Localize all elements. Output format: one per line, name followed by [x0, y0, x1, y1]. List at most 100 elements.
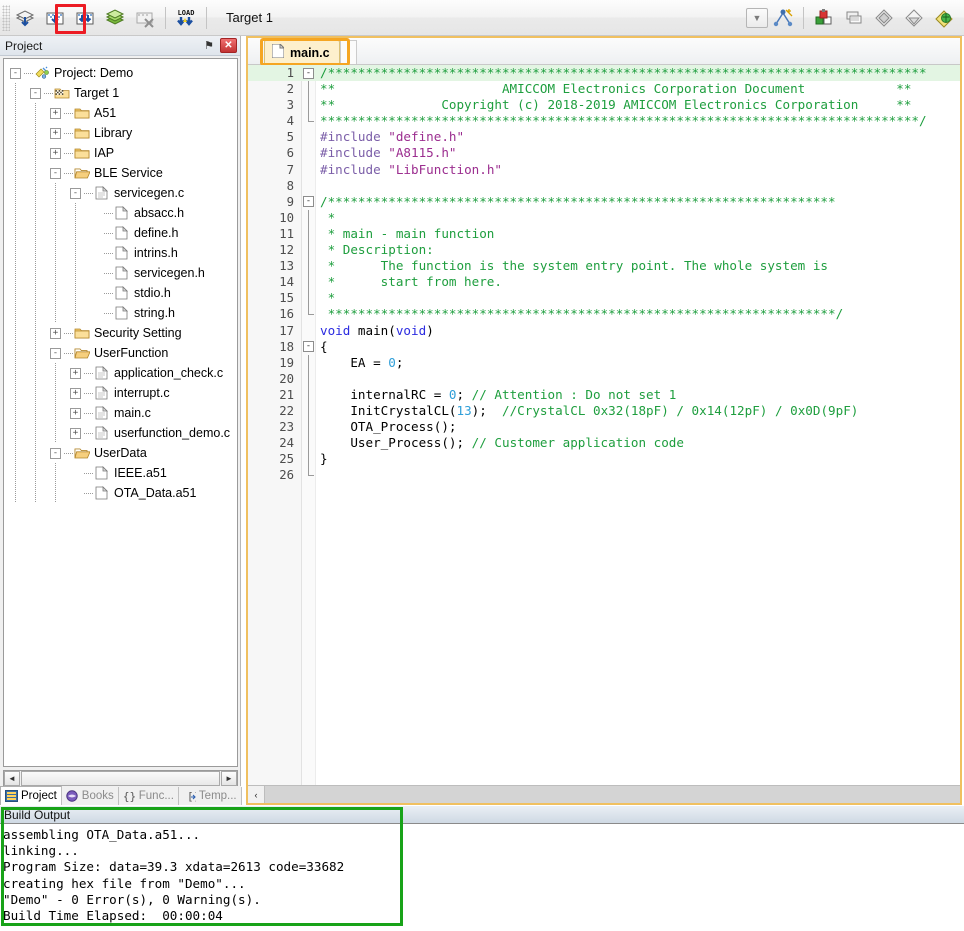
collapse-toggle[interactable]: - [50, 347, 61, 359]
collapse-toggle[interactable]: - [10, 67, 21, 79]
code-editor[interactable]: 1-/*************************************… [248, 65, 960, 785]
tree-item[interactable]: - Target 1 [4, 83, 237, 103]
code-line[interactable]: 20 [248, 370, 960, 387]
expand-toggle[interactable]: + [70, 407, 81, 419]
code-line[interactable]: 23 OTA_Process(); [248, 419, 960, 436]
code-line[interactable]: 4 ***************************************… [248, 113, 960, 129]
toolbar-grip[interactable] [2, 4, 10, 31]
tree-item[interactable]: - BLE Service [4, 163, 237, 183]
code-line[interactable]: 11 * main - main function [248, 225, 960, 243]
code-line[interactable]: 18-{ [248, 339, 960, 355]
download-icon[interactable]: LOAD [172, 4, 200, 32]
build-icon[interactable] [41, 4, 69, 32]
code-line[interactable]: 13 * The function is the system entry po… [248, 258, 960, 275]
expand-toggle[interactable]: + [50, 147, 61, 159]
tree-item[interactable]: + A51 [4, 103, 237, 123]
code-line[interactable]: 5 #include "define.h" [248, 129, 960, 145]
tree-item[interactable]: + IAP [4, 143, 237, 163]
target-options-icon[interactable] [769, 4, 797, 32]
tree-item[interactable]: - UserFunction [4, 343, 237, 363]
tree-item[interactable]: servicegen.h [4, 263, 237, 283]
code-content[interactable]: 1-/*************************************… [248, 65, 960, 785]
code-line[interactable]: 2 ** AMICCOM Electronics Corporation Docu… [248, 81, 960, 98]
tree-item[interactable]: + interrupt.c [4, 383, 237, 403]
chevron-down-icon[interactable]: ▼ [746, 7, 768, 28]
fold-toggle[interactable]: - [303, 196, 314, 208]
manage-multi-project-icon[interactable] [840, 4, 868, 32]
tree-item[interactable]: - servicegen.c [4, 183, 237, 203]
code-line[interactable]: 21 internalRC = 0; // Attention : Do not… [248, 386, 960, 403]
editor-hscrollbar[interactable]: ‹ [248, 785, 960, 803]
translate-icon[interactable] [11, 4, 39, 32]
rebuild-icon[interactable] [71, 4, 99, 32]
code-line[interactable]: 16 *************************************… [248, 306, 960, 322]
expand-toggle[interactable]: + [70, 427, 81, 439]
collapse-toggle[interactable]: - [50, 447, 61, 459]
tree-item[interactable]: intrins.h [4, 243, 237, 263]
tree-item[interactable]: IEEE.a51 [4, 463, 237, 483]
scroll-left-icon[interactable]: ◄ [4, 771, 20, 786]
svcs-icon[interactable] [870, 4, 898, 32]
panel-tab-books[interactable]: Books [62, 787, 119, 805]
expand-toggle[interactable]: + [50, 107, 61, 119]
code-line[interactable]: 26 [248, 467, 960, 483]
tree-item[interactable]: - Project: Demo [4, 63, 237, 83]
tree-item[interactable]: OTA_Data.a51 [4, 483, 237, 503]
stop-build-icon[interactable] [131, 4, 159, 32]
code-line[interactable]: 6 #include "A8115.h" [248, 145, 960, 161]
code-line[interactable]: 19 EA = 0; [248, 354, 960, 371]
collapse-toggle[interactable]: - [50, 167, 61, 179]
fold-toggle[interactable]: - [303, 67, 314, 79]
code-line[interactable]: 15 * [248, 290, 960, 307]
tree-item[interactable]: + Security Setting [4, 323, 237, 343]
editor-scroll-left-icon[interactable]: ‹ [248, 786, 265, 803]
expand-toggle[interactable]: + [50, 127, 61, 139]
project-tree-hscrollbar[interactable]: ◄ ► [3, 770, 238, 787]
expand-toggle[interactable]: + [70, 367, 81, 379]
fold-toggle[interactable]: - [303, 341, 314, 353]
expand-toggle[interactable]: + [50, 327, 61, 339]
tree-item[interactable]: + application_check.c [4, 363, 237, 383]
code-line[interactable]: 24 User_Process(); // Customer applicati… [248, 435, 960, 452]
panel-tab-func[interactable]: {} Func... [119, 787, 179, 805]
expand-toggle[interactable]: + [70, 387, 81, 399]
tree-guide-line [75, 243, 76, 263]
tree-item[interactable]: + userfunction_demo.c [4, 423, 237, 443]
code-line[interactable]: 7 #include "LibFunction.h" [248, 162, 960, 178]
collapse-toggle[interactable]: - [30, 87, 41, 99]
code-line[interactable]: 22 InitCrystalCL(13); //CrystalCL 0x32(1… [248, 402, 960, 420]
code-line[interactable]: 8 [248, 178, 960, 194]
project-tree-container[interactable]: - Project: Demo - Target 1 + A51 + Library + IAP -… [3, 58, 238, 767]
code-line[interactable]: 17 void main(void) [248, 323, 960, 339]
target-selector[interactable]: Target 1 [222, 8, 362, 27]
code-line[interactable]: 25} [248, 451, 960, 468]
tree-item[interactable]: + Library [4, 123, 237, 143]
tree-item[interactable]: - UserData [4, 443, 237, 463]
code-line[interactable]: 10 * [248, 209, 960, 226]
code-line[interactable]: 12 * Description: [248, 242, 960, 259]
tree-item[interactable]: string.h [4, 303, 237, 323]
tree-item[interactable]: define.h [4, 223, 237, 243]
collapse-toggle[interactable]: - [70, 187, 81, 199]
svcs2-icon[interactable] [900, 4, 928, 32]
build-output-text[interactable]: assembling OTA_Data.a51... linking... Prog… [0, 825, 964, 931]
manage-components-icon[interactable] [810, 4, 838, 32]
tree-item[interactable]: + main.c [4, 403, 237, 423]
code-line[interactable]: 9-/*************************************… [248, 194, 960, 210]
scroll-thumb[interactable] [21, 771, 220, 786]
tab-main-c[interactable]: main.c [264, 40, 340, 64]
batch-build-icon[interactable] [101, 4, 129, 32]
code-line[interactable]: 3 ** Copyright (c) 2018-2019 AMICCOM Elec… [248, 97, 960, 114]
panel-tab-project[interactable]: Project [0, 786, 62, 805]
code-line[interactable]: 14 * start from here. [248, 274, 960, 291]
close-icon[interactable]: ✕ [220, 38, 237, 53]
tab-placeholder[interactable] [340, 40, 357, 64]
panel-tab-temp[interactable]: []Temp... [179, 787, 242, 805]
code-line[interactable]: 1-/*************************************… [248, 65, 960, 82]
code-token: #include [320, 145, 389, 161]
scroll-right-icon[interactable]: ► [221, 771, 237, 786]
packs-icon[interactable] [930, 4, 958, 32]
pin-icon[interactable]: ⚑ [201, 38, 217, 54]
tree-item[interactable]: stdio.h [4, 283, 237, 303]
tree-item[interactable]: absacc.h [4, 203, 237, 223]
